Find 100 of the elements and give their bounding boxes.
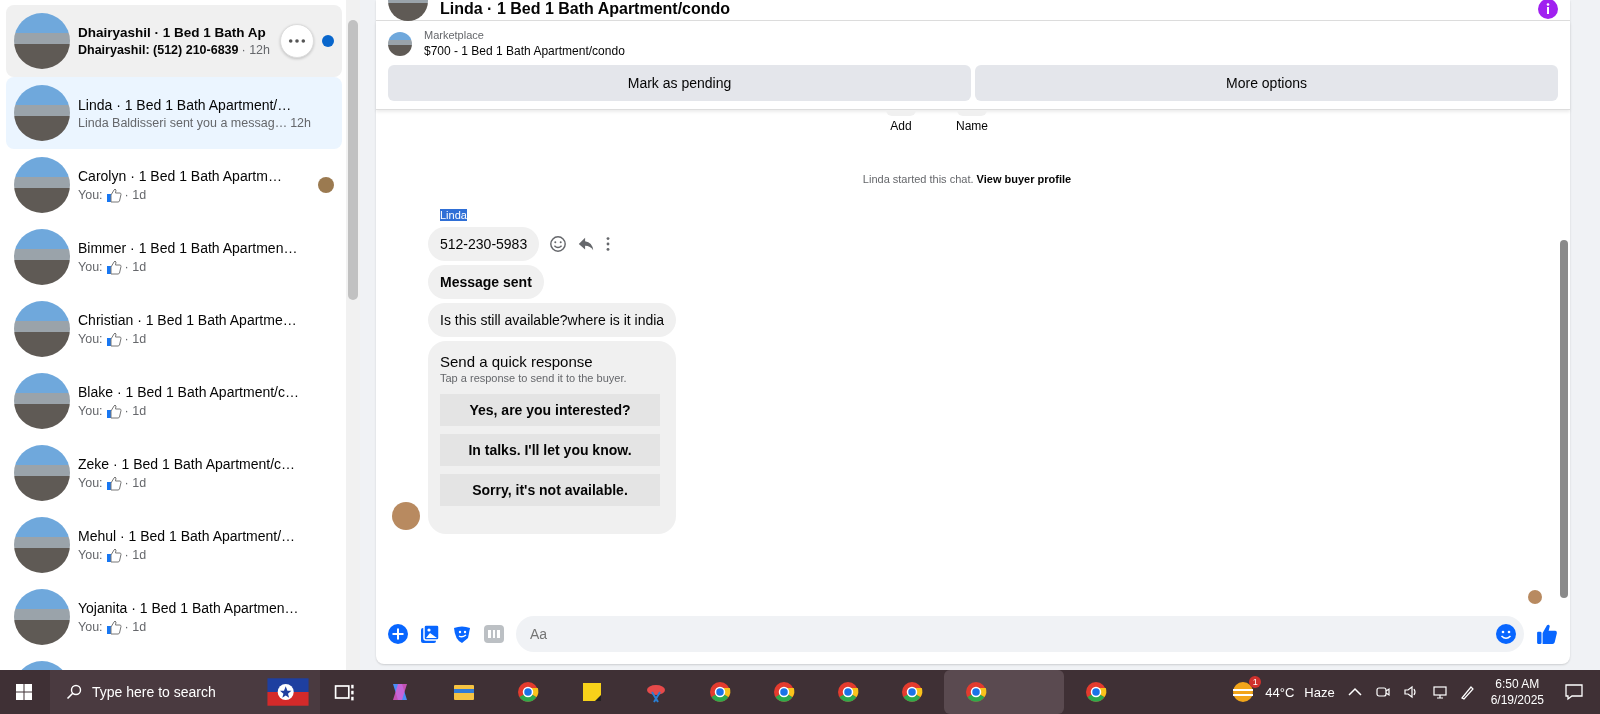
photo-placeholder	[14, 589, 70, 645]
sender-name: Linda	[440, 209, 467, 221]
profile-action-label[interactable]: Add	[890, 119, 912, 133]
thumbs-up-icon	[105, 258, 122, 275]
search-icon	[66, 684, 82, 700]
conversation-title: Blake · 1 Bed 1 Bath Apartment/c…	[78, 383, 300, 400]
message-preview: Dhairyashil: (512) 210-6839	[78, 43, 239, 57]
vertical-ellipsis-icon[interactable]	[605, 235, 612, 253]
thumbs-up-icon	[105, 402, 122, 419]
quick-response-button[interactable]: Yes, are you interested?	[440, 394, 660, 426]
conversation-item[interactable]: Dhairyashil · 1 Bed 1 Bath Ap Dhairyashil: (512) 210-6839 · 12h	[6, 5, 342, 77]
message-time: · 1d	[124, 259, 147, 274]
browser-icon[interactable]	[1083, 680, 1108, 704]
photo-icon[interactable]	[420, 624, 440, 644]
message-input[interactable]: Aa	[528, 625, 1496, 643]
thumbs-up-icon[interactable]	[1536, 623, 1558, 645]
conversation-item[interactable]: Christian · 1 Bed 1 Bath Apartme… You: · 1d	[6, 293, 342, 365]
conversation-title: Zeke · 1 Bed 1 Bath Apartment/c…	[78, 455, 297, 472]
sticker-icon[interactable]	[452, 624, 472, 644]
quick-response-button[interactable]: In talks. I'll let you know.	[440, 434, 660, 466]
conversation-item[interactable]: Bimmer · 1 Bed 1 Bath Apartmen… You: · 1d	[6, 221, 342, 293]
message-field[interactable]: Aa	[516, 616, 1524, 652]
scrollbar-thumb[interactable]	[1560, 240, 1568, 598]
clock-date[interactable]: 6/19/2025	[1490, 693, 1544, 707]
smiley-icon[interactable]	[549, 235, 568, 253]
conversation-title: Mehul · 1 Bed 1 Bath Apartment/…	[78, 527, 297, 544]
browser-icon[interactable]	[772, 680, 796, 704]
search-field[interactable]: Type here to search	[90, 683, 256, 701]
message-time: · 12h	[241, 43, 270, 57]
message-time: · 1d	[124, 475, 147, 490]
message-time: 12h	[290, 115, 311, 130]
browser-icon[interactable]	[836, 680, 860, 704]
browser-icon[interactable]	[516, 680, 540, 704]
conversation-item[interactable]: Zeke · 1 Bed 1 Bath Apartment/c… You: · 1d	[6, 437, 342, 509]
thumbs-up-icon	[105, 546, 122, 563]
camera-icon[interactable]	[1374, 684, 1391, 700]
view-profile-link[interactable]: View buyer profile	[976, 173, 1072, 185]
conversation-title: Carolyn · 1 Bed 1 Bath Apartm…	[78, 167, 283, 184]
message-preview: You:	[78, 187, 103, 202]
thumbs-up-icon	[105, 474, 122, 491]
message-time: · 1d	[124, 619, 147, 634]
conversation-item[interactable]: Blake · 1 Bed 1 Bath Apartment/c… You: · 1d	[6, 365, 342, 437]
message-preview: You:	[78, 547, 103, 562]
plus-icon[interactable]	[388, 624, 408, 644]
conversation-item[interactable]: Linda · 1 Bed 1 Bath Apartment/… Linda Baldisseri sent you a messag… 12h	[6, 77, 342, 149]
conversation-item[interactable]: Mehul · 1 Bed 1 Bath Apartment/… You: · 1d	[6, 509, 342, 581]
profile-action-label[interactable]: Name	[956, 119, 988, 133]
weather-condition[interactable]: Haze	[1304, 684, 1335, 700]
quick-response-title: Send a quick response	[440, 353, 593, 370]
windows-start-icon[interactable]	[16, 684, 32, 700]
message-preview: You:	[78, 475, 103, 490]
browser-icon[interactable]	[964, 680, 988, 704]
message-preview: You:	[78, 331, 103, 346]
scrollbar-thumb[interactable]	[348, 20, 358, 300]
notification-badge: 1	[1249, 676, 1262, 688]
photo-placeholder	[14, 229, 70, 285]
message-preview: You:	[78, 403, 103, 418]
sun-haze-icon[interactable]	[1231, 680, 1256, 704]
listing-name: $700 - 1 Bed 1 Bath Apartment/condo	[424, 44, 625, 58]
conversation-item[interactable]: Carolyn · 1 Bed 1 Bath Apartm… You: · 1d	[6, 149, 342, 221]
conversation-title: Linda · 1 Bed 1 Bath Apartment/…	[78, 96, 293, 113]
message-preview: You:	[78, 259, 103, 274]
message-bubble: Is this still available?where is it india	[428, 303, 677, 337]
network-icon[interactable]	[1430, 684, 1447, 700]
emoji-icon[interactable]	[1496, 624, 1516, 644]
conversation-title: Yojanita · 1 Bed 1 Bath Apartmen…	[78, 599, 300, 616]
message-time: · 1d	[124, 187, 147, 202]
photo-placeholder	[14, 517, 70, 573]
message-preview: Linda Baldisseri sent you a messag…	[78, 115, 288, 130]
taskbar-search-box[interactable]: Type here to search	[50, 670, 320, 714]
avatar-placeholder	[392, 502, 420, 530]
photo-placeholder	[14, 157, 70, 213]
thumbs-up-icon	[105, 186, 122, 203]
message-time: · 1d	[124, 403, 147, 418]
quick-response-button[interactable]: Sorry, it's not available.	[440, 474, 660, 506]
listing-action-button[interactable]: Mark as pending	[388, 65, 971, 101]
browser-icon[interactable]	[900, 680, 924, 704]
browser-icon[interactable]	[708, 680, 732, 704]
notifications-icon[interactable]	[1564, 682, 1584, 702]
scrollbar[interactable]	[346, 0, 360, 670]
sticky-note-icon[interactable]	[580, 680, 604, 704]
thumbs-up-icon	[105, 618, 122, 635]
speaker-icon[interactable]	[1402, 684, 1419, 700]
ellipsis-icon	[288, 38, 306, 44]
message-preview: You:	[78, 619, 103, 634]
conversation-item[interactable]: Yojanita · 1 Bed 1 Bath Apartmen… You: · 1d	[6, 581, 342, 653]
conversation-title: Dhairyashil · 1 Bed 1 Bath Ap	[78, 25, 267, 40]
chat-title: Linda · 1 Bed 1 Bath Apartment/condo	[440, 0, 732, 18]
temperature-text[interactable]: 44°C	[1265, 684, 1295, 700]
photo-placeholder	[14, 301, 70, 357]
clock-time[interactable]: 6:50 AM	[1495, 677, 1540, 691]
conversation-title: Bimmer · 1 Bed 1 Bath Apartmen…	[78, 239, 299, 256]
info-icon[interactable]	[1538, 0, 1558, 19]
photo-placeholder	[14, 373, 70, 429]
message-bubble: 512-230-5983	[428, 227, 540, 261]
listing-action-button[interactable]: More options	[975, 65, 1558, 101]
photo-placeholder	[14, 13, 70, 69]
more-options-button[interactable]	[280, 24, 314, 58]
photo-placeholder	[388, 31, 412, 56]
photo-placeholder	[14, 85, 70, 141]
